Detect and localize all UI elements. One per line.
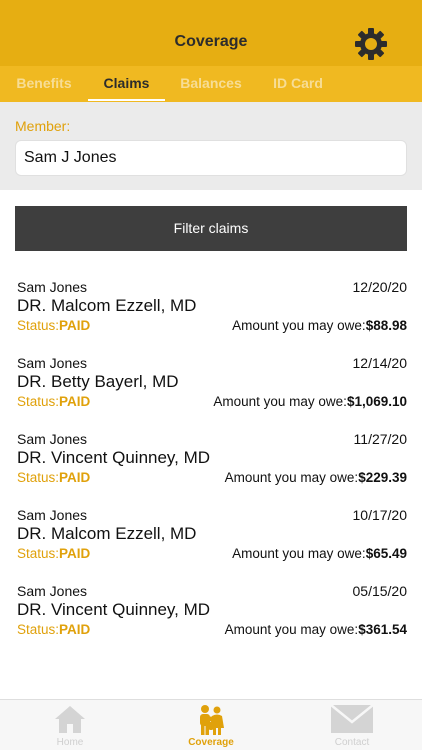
member-select[interactable]: Sam J Jones bbox=[15, 140, 407, 176]
family-icon bbox=[200, 705, 224, 735]
claim-date: 12/20/20 bbox=[352, 279, 408, 295]
claim-amount: Amount you may owe:$361.54 bbox=[225, 622, 407, 637]
claim-amount-value: $1,069.10 bbox=[346, 394, 407, 409]
claim-status-label: Status: bbox=[17, 318, 60, 333]
home-icon bbox=[55, 706, 85, 733]
claim-amount-label: Amount you may owe: bbox=[224, 470, 359, 485]
claim-doctor: DR. Malcom Ezzell, MD bbox=[17, 296, 197, 315]
tab-id-card[interactable]: ID Card bbox=[258, 66, 338, 102]
tab-bar: Benefits Claims Balances ID Card bbox=[0, 66, 422, 102]
nav-home[interactable]: Home bbox=[0, 700, 140, 750]
claim-status-label: Status: bbox=[17, 470, 60, 485]
member-section: Member: Sam J Jones bbox=[0, 102, 422, 190]
claim-status-label: Status: bbox=[17, 546, 60, 561]
claim-status: Status:PAID bbox=[17, 622, 90, 637]
claim-status-value: PAID bbox=[59, 394, 91, 409]
claim-date: 12/14/20 bbox=[352, 355, 408, 371]
nav-coverage-label: Coverage bbox=[188, 737, 234, 748]
claim-amount-label: Amount you may owe: bbox=[232, 546, 366, 561]
claim-patient: Sam Jones bbox=[17, 583, 88, 599]
claim-status-value: PAID bbox=[59, 622, 91, 637]
gear-icon[interactable] bbox=[354, 27, 388, 61]
claim-status-label: Status: bbox=[17, 622, 60, 637]
claim-date: 10/17/20 bbox=[352, 507, 408, 523]
claim-patient: Sam Jones bbox=[17, 431, 88, 447]
claim-status-value: PAID bbox=[59, 470, 91, 485]
envelope-icon bbox=[330, 704, 374, 733]
claim-patient: Sam Jones bbox=[17, 507, 88, 523]
claim-doctor: DR. Malcom Ezzell, MD bbox=[17, 524, 197, 543]
claim-amount-label: Amount you may owe: bbox=[224, 622, 359, 637]
tab-benefits[interactable]: Benefits bbox=[6, 66, 82, 102]
nav-home-label: Home bbox=[56, 737, 84, 748]
filter-claims-button[interactable]: Filter claims bbox=[15, 206, 407, 251]
claim-date: 11/27/20 bbox=[353, 431, 407, 447]
claim-doctor: DR. Betty Bayerl, MD bbox=[17, 372, 179, 391]
claim-item[interactable]: Sam Jones 05/15/20 DR. Vincent Quinney, … bbox=[0, 580, 422, 656]
claim-amount-value: $65.49 bbox=[365, 546, 407, 561]
claim-date: 05/15/20 bbox=[352, 583, 408, 599]
claim-status: Status:PAID bbox=[17, 546, 90, 561]
claim-amount-value: $361.54 bbox=[358, 622, 407, 637]
bottom-tab-bar: Home Coverage Contact bbox=[0, 699, 422, 750]
claim-status: Status:PAID bbox=[17, 470, 90, 485]
claim-amount-value: $88.98 bbox=[365, 318, 407, 333]
nav-contact-label: Contact bbox=[334, 737, 370, 748]
claim-amount: Amount you may owe:$65.49 bbox=[232, 546, 407, 561]
claim-amount: Amount you may owe:$1,069.10 bbox=[213, 394, 407, 409]
claim-doctor: DR. Vincent Quinney, MD bbox=[17, 600, 211, 619]
claim-status-value: PAID bbox=[59, 318, 91, 333]
claim-item[interactable]: Sam Jones 12/14/20 DR. Betty Bayerl, MD … bbox=[0, 352, 422, 428]
claim-amount: Amount you may owe:$88.98 bbox=[232, 318, 407, 333]
claim-doctor: DR. Vincent Quinney, MD bbox=[17, 448, 211, 467]
claim-item[interactable]: Sam Jones 10/17/20 DR. Malcom Ezzell, MD… bbox=[0, 504, 422, 580]
nav-contact[interactable]: Contact bbox=[282, 700, 422, 750]
claim-amount-value: $229.39 bbox=[358, 470, 407, 485]
claim-item[interactable]: Sam Jones 11/27/20 DR. Vincent Quinney, … bbox=[0, 428, 422, 504]
nav-coverage[interactable]: Coverage bbox=[141, 700, 281, 750]
claim-patient: Sam Jones bbox=[17, 279, 88, 295]
claim-item[interactable]: Sam Jones 12/20/20 DR. Malcom Ezzell, MD… bbox=[0, 276, 422, 352]
claim-amount: Amount you may owe:$229.39 bbox=[225, 470, 407, 485]
claim-status-label: Status: bbox=[17, 394, 60, 409]
app-header: Coverage bbox=[0, 0, 422, 66]
claim-patient: Sam Jones bbox=[17, 355, 88, 371]
claim-status: Status:PAID bbox=[17, 318, 90, 333]
member-label: Member: bbox=[15, 118, 71, 134]
claim-amount-label: Amount you may owe: bbox=[213, 394, 347, 409]
tab-balances[interactable]: Balances bbox=[172, 66, 250, 102]
claim-status: Status:PAID bbox=[17, 394, 90, 409]
claim-amount-label: Amount you may owe: bbox=[232, 318, 366, 333]
tab-claims[interactable]: Claims bbox=[88, 66, 165, 102]
claims-list: Sam Jones 12/20/20 DR. Malcom Ezzell, MD… bbox=[0, 276, 422, 656]
claim-status-value: PAID bbox=[59, 546, 91, 561]
